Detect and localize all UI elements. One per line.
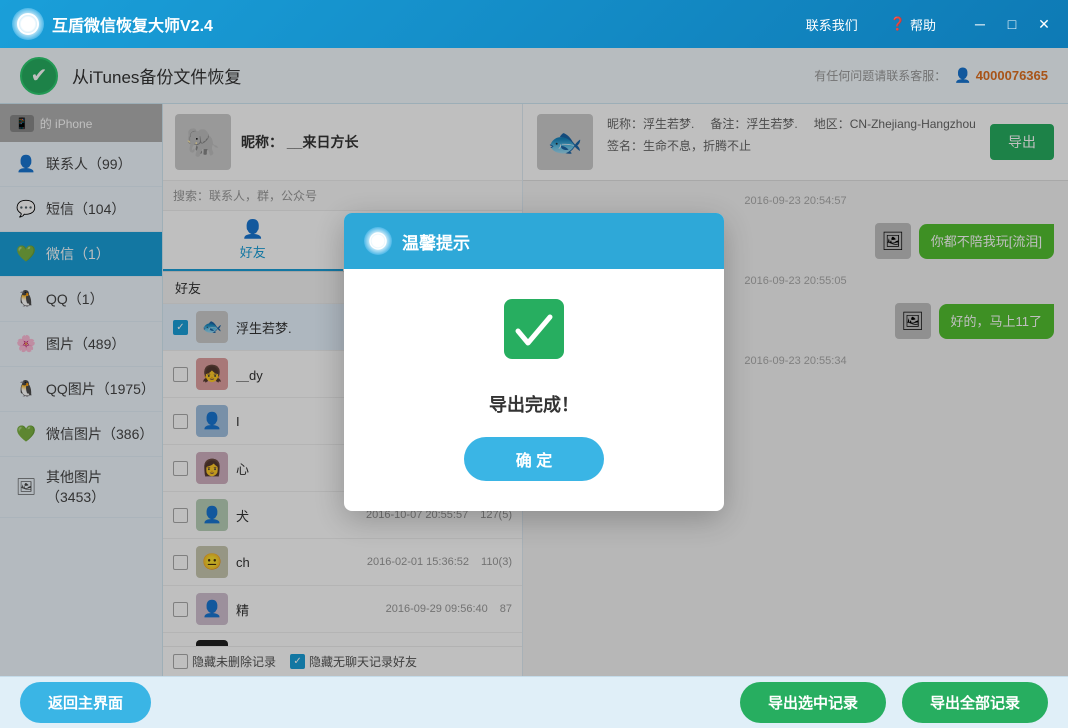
app-logo — [12, 8, 44, 40]
app-title: 互盾微信恢复大师V2.4 — [52, 12, 798, 36]
bottom-bar: 返回主界面 导出选中记录 导出全部记录 — [0, 676, 1068, 728]
maximize-button[interactable]: □ — [1000, 12, 1024, 36]
help-button[interactable]: ❓ 帮助 — [882, 11, 944, 38]
modal-body: 导出完成！ 确 定 — [344, 269, 724, 511]
modal-message: 导出完成！ — [489, 391, 579, 417]
modal-overlay: 温馨提示 导出完成！ 确 定 — [0, 48, 1068, 676]
modal: 温馨提示 导出完成！ 确 定 — [344, 213, 724, 511]
modal-title: 温馨提示 — [402, 229, 470, 254]
title-bar: 互盾微信恢复大师V2.4 联系我们 ❓ 帮助 ─ □ ✕ — [0, 0, 1068, 48]
modal-success-icon — [504, 299, 564, 371]
close-button[interactable]: ✕ — [1032, 12, 1056, 36]
modal-ok-button[interactable]: 确 定 — [464, 437, 604, 481]
contact-us-button[interactable]: 联系我们 — [798, 11, 866, 38]
export-selected-button[interactable]: 导出选中记录 — [740, 682, 886, 723]
export-all-button[interactable]: 导出全部记录 — [902, 682, 1048, 723]
modal-logo — [364, 227, 392, 255]
minimize-button[interactable]: ─ — [968, 12, 992, 36]
back-button[interactable]: 返回主界面 — [20, 682, 151, 723]
modal-header: 温馨提示 — [344, 213, 724, 269]
window-controls: ─ □ ✕ — [968, 12, 1056, 36]
titlebar-actions: 联系我们 ❓ 帮助 ─ □ ✕ — [798, 11, 1056, 38]
